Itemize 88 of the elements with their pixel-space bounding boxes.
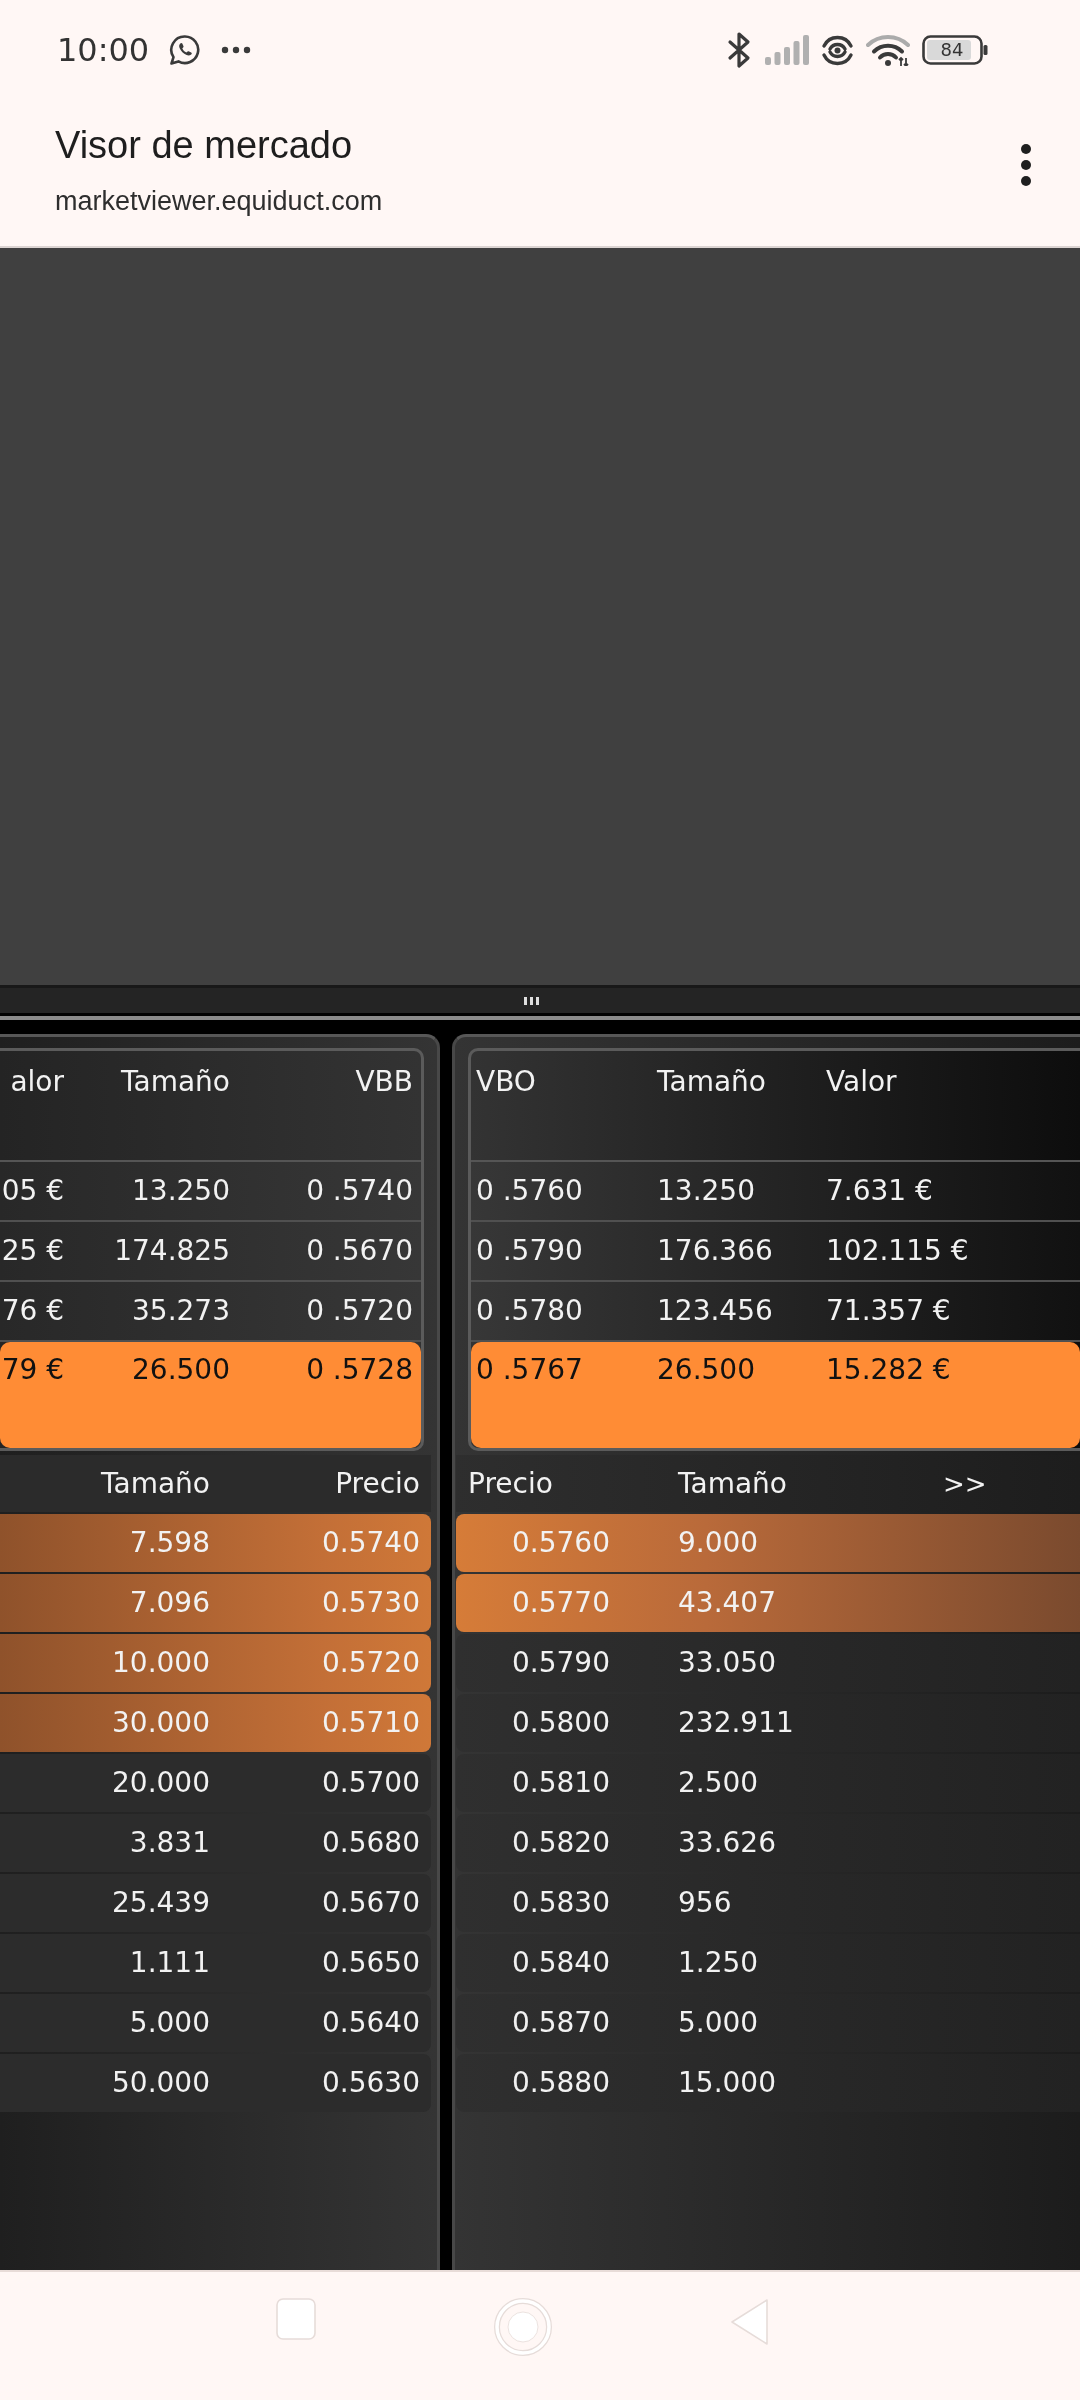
column-header: Tamaño: [121, 1065, 230, 1099]
table-cell: 25.439: [112, 1886, 210, 1920]
column-header: VBB: [355, 1065, 413, 1099]
table-cell: 1.250: [678, 1946, 759, 1980]
table-cell: 0 .5780: [476, 1294, 583, 1328]
table-cell: 71.357 €: [826, 1294, 951, 1328]
column-header: Tamaño: [678, 1466, 787, 1501]
table-cell: 232.911: [678, 1706, 794, 1740]
splitter-bar[interactable]: [0, 985, 1080, 1020]
table-cell: 30.000: [112, 1706, 210, 1740]
table-cell: 0 .5790: [476, 1234, 583, 1268]
table-cell: 0.5830: [512, 1886, 610, 1920]
table-cell: 33.050: [678, 1646, 776, 1680]
broadcast-icon: [821, 33, 854, 67]
table-cell: 25 €: [1, 1234, 64, 1268]
table-cell: 50.000: [112, 2066, 210, 2100]
table-cell: 0 .5767: [476, 1353, 583, 1387]
table-cell: 13.250: [132, 1174, 230, 1208]
table-cell: 0.5800: [512, 1706, 610, 1740]
column-header: Tamaño: [657, 1065, 766, 1099]
table-cell: 0.5820: [512, 1826, 610, 1860]
table-cell: 13.250: [657, 1174, 755, 1208]
table-cell: 5.000: [129, 2006, 210, 2040]
table-cell: 0.5650: [322, 1946, 420, 1980]
table-cell: 0.5700: [322, 1766, 420, 1800]
table-cell: 0.5880: [512, 2066, 610, 2100]
table-cell: 26.500: [657, 1353, 755, 1387]
expand-button[interactable]: >>: [939, 1466, 991, 1501]
table-cell: 956: [678, 1886, 732, 1920]
table-cell: 0 .5670: [306, 1234, 413, 1268]
table-cell: 0.5790: [512, 1646, 610, 1680]
table-cell: 102.115 €: [826, 1234, 969, 1268]
battery-level: 84: [939, 38, 965, 62]
column-header: Valor: [826, 1065, 897, 1099]
dots-icon: [221, 46, 252, 54]
column-header: Tamaño: [101, 1466, 210, 1501]
grip-icon[interactable]: [523, 997, 539, 1005]
wifi-icon: [866, 34, 910, 66]
table-cell: 35.273: [132, 1294, 230, 1328]
table-cell: 9.000: [678, 1526, 759, 1560]
table-cell: 0.5710: [322, 1706, 420, 1740]
table-cell: 7.598: [129, 1526, 210, 1560]
table-cell: 0.5720: [322, 1646, 420, 1680]
table-cell: 2.500: [678, 1766, 759, 1800]
table-cell: 0.5760: [512, 1526, 610, 1560]
table-cell: 0.5840: [512, 1946, 610, 1980]
table-cell: 0.5810: [512, 1766, 610, 1800]
table-cell: 5.000: [678, 2006, 759, 2040]
table-cell: 0 .5760: [476, 1174, 583, 1208]
table-cell: 0 .5740: [306, 1174, 413, 1208]
page-url: marketviewer.equiduct.com: [55, 185, 383, 218]
table-cell: 174.825: [114, 1234, 230, 1268]
table-cell: 76 €: [1, 1294, 64, 1328]
table-cell: 20.000: [112, 1766, 210, 1800]
table-cell: 0.5680: [322, 1826, 420, 1860]
table-cell: 7.096: [129, 1586, 210, 1620]
table-cell: 0.5740: [322, 1526, 420, 1560]
table-cell: 33.626: [678, 1826, 776, 1860]
table-cell: 15.282 €: [826, 1353, 951, 1387]
table-cell: 0.5770: [512, 1586, 610, 1620]
table-cell: 15.000: [678, 2066, 776, 2100]
table-cell: 05 €: [1, 1174, 64, 1208]
table-cell: 43.407: [678, 1586, 776, 1620]
signal-icon: [765, 35, 809, 65]
table-cell: 0.5870: [512, 2006, 610, 2040]
battery-icon: [922, 35, 988, 65]
table-cell: 0.5630: [322, 2066, 420, 2100]
table-cell: 0.5640: [322, 2006, 420, 2040]
status-time: 10:00: [57, 30, 150, 70]
table-cell: 26.500: [132, 1353, 230, 1387]
table-cell: 0.5730: [322, 1586, 420, 1620]
page-title: Visor de mercado: [55, 123, 354, 168]
column-header: VBO: [476, 1065, 536, 1099]
table-cell: 0.5670: [322, 1886, 420, 1920]
more-options-icon[interactable]: [1020, 143, 1032, 187]
phone-bubble-icon: [169, 34, 202, 66]
table-cell: 7.631 €: [826, 1174, 933, 1208]
column-header: alor: [10, 1065, 64, 1099]
table-cell: 0 .5720: [306, 1294, 413, 1328]
table-cell: 79 €: [1, 1353, 64, 1387]
table-cell: 3.831: [129, 1826, 210, 1860]
column-header: Precio: [335, 1466, 420, 1501]
table-cell: 10.000: [112, 1646, 210, 1680]
column-header: Precio: [468, 1466, 553, 1501]
table-cell: 0 .5728: [306, 1353, 413, 1387]
table-cell: 123.456: [657, 1294, 773, 1328]
table-cell: 1.111: [129, 1946, 210, 1980]
table-cell: 176.366: [657, 1234, 773, 1268]
